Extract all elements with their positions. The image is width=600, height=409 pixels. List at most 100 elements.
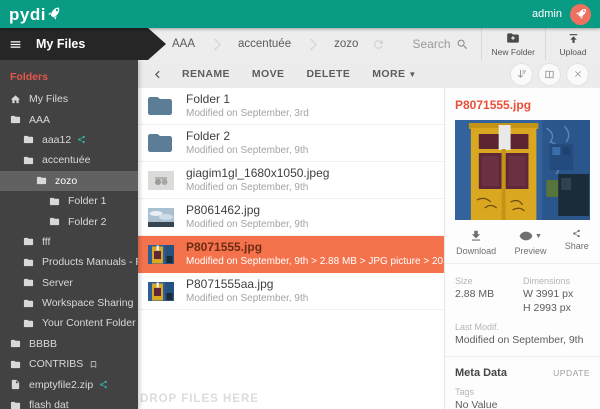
sidebar-item-workspace-sharing[interactable]: Workspace Sharing: [0, 293, 138, 313]
folder-icon: [49, 196, 60, 207]
file-row-p8071555-jpg[interactable]: P8071555.jpgModified on September, 9th >…: [138, 236, 444, 273]
eye-icon: ▼: [519, 229, 542, 243]
sidebar-item-label: aaa12: [42, 134, 71, 146]
menu-icon[interactable]: [9, 38, 22, 51]
breadcrumb-segment-aaa[interactable]: AAA: [172, 38, 195, 50]
share-icon: [77, 135, 86, 144]
download-button[interactable]: Download: [456, 229, 496, 256]
refresh-icon[interactable]: [372, 38, 385, 51]
sidebar-item-fff[interactable]: fff: [0, 232, 138, 252]
columns-button[interactable]: [539, 64, 560, 85]
size-label: Size: [455, 276, 523, 286]
file-subtitle: Modified on September, 3rd: [186, 107, 444, 120]
update-button[interactable]: UPDATE: [553, 368, 590, 378]
back-icon[interactable]: [150, 67, 165, 82]
sidebar-item-flash-dat[interactable]: flash dat: [0, 395, 138, 409]
sidebar-item-emptyfile2-zip[interactable]: emptyfile2.zip: [0, 374, 138, 394]
meta-data-section: Meta Data UPDATE Tags No Value: [445, 357, 600, 409]
sidebar-item-server[interactable]: Server: [0, 273, 138, 293]
folder-icon: [23, 257, 34, 268]
file-row-giagim1gl-1680x1050-jpeg[interactable]: giagim1gl_1680x1050.jpegModified on Sept…: [138, 162, 444, 199]
details-info: Size 2.88 MB Dimensions W 3991 px H 2993…: [445, 264, 600, 357]
new-folder-label: New Folder: [492, 47, 535, 57]
file-name: giagim1gl_1680x1050.jpeg: [186, 166, 444, 182]
more-button[interactable]: MORE▼: [361, 68, 427, 80]
toolbar-button-label: MORE: [372, 68, 405, 80]
zip-icon: [10, 379, 21, 390]
move-button[interactable]: MOVE: [241, 68, 296, 80]
file-thumbnail: [148, 171, 174, 190]
toolbar-button-label: MOVE: [252, 68, 285, 80]
dimension-width: W 3991 px: [523, 288, 573, 300]
rename-button[interactable]: RENAME: [171, 68, 241, 80]
bookmark-icon: [89, 360, 98, 369]
breadcrumb-segment-accentu-e[interactable]: accentuée: [238, 38, 291, 50]
file-row-folder-1[interactable]: Folder 1Modified on September, 3rd: [138, 88, 444, 125]
sidebar-item-label: Products Manuals - PDF: [42, 256, 138, 268]
sidebar-item-aaa[interactable]: AAA: [0, 109, 138, 129]
upload-button[interactable]: Upload: [546, 28, 600, 60]
dimensions-label: Dimensions: [523, 276, 573, 286]
share-button[interactable]: Share: [565, 229, 589, 256]
share-icon: [572, 229, 581, 238]
folder-icon: [23, 134, 34, 145]
toolbar-right-buttons: [511, 64, 592, 85]
folder-icon: [36, 175, 47, 186]
file-subtitle: Modified on September, 9th > 2.88 MB > J…: [186, 255, 444, 268]
preview-button[interactable]: ▼Preview: [514, 229, 546, 256]
username-label[interactable]: admin: [532, 8, 562, 20]
file-row-p8061462-jpg[interactable]: P8061462.jpgModified on September, 9th: [138, 199, 444, 236]
rocket-icon: [46, 6, 62, 22]
chevron-right-icon: [304, 36, 321, 53]
sidebar-item-products-manuals-pdf[interactable]: Products Manuals - PDF: [0, 252, 138, 272]
pydio-logo[interactable]: pydi: [9, 6, 61, 23]
meta-data-title: Meta Data: [455, 367, 507, 379]
share-icon: [99, 380, 108, 389]
drop-files-hint: DROP FILES HERE: [140, 393, 259, 405]
sidebar-item-label: Workspace Sharing: [42, 297, 133, 309]
sidebar-item-accentu-e[interactable]: accentuée: [0, 150, 138, 170]
sort-button[interactable]: [511, 64, 532, 85]
sidebar-item-aaa12[interactable]: aaa12: [0, 130, 138, 150]
file-row-folder-2[interactable]: Folder 2Modified on September, 9th: [138, 125, 444, 162]
folder-icon: [148, 134, 174, 153]
sidebar-item-bbbb[interactable]: BBBB: [0, 334, 138, 354]
search-icon: [456, 38, 469, 51]
search-box[interactable]: [387, 28, 481, 60]
selection-toolbar: RENAME MOVE DELETEMORE▼: [138, 60, 600, 88]
folder-icon: [23, 155, 34, 166]
workspace-title[interactable]: My Files: [36, 37, 85, 51]
file-thumbnail: [148, 282, 174, 301]
file-subtitle: Modified on September, 9th: [186, 218, 444, 231]
new-folder-icon: [506, 31, 520, 45]
sidebar-item-zozo[interactable]: zozo: [0, 171, 138, 191]
folder-icon: [10, 338, 21, 349]
sidebar-item-contribs[interactable]: CONTRIBS: [0, 354, 138, 374]
toolbar-buttons: RENAME MOVE DELETEMORE▼: [171, 68, 428, 80]
search-input[interactable]: [399, 37, 451, 51]
logo-text: pydi: [9, 6, 46, 23]
upload-label: Upload: [560, 47, 587, 57]
sidebar-item-label: fff: [42, 236, 50, 248]
sidebar-item-your-content-folder[interactable]: Your Content Folder: [0, 313, 138, 333]
image-preview[interactable]: [455, 120, 590, 220]
file-list: Folder 1Modified on September, 3rdFolder…: [138, 88, 444, 409]
sidebar-item-folder-2[interactable]: Folder 2: [0, 211, 138, 231]
sidebar-item-label: Folder 2: [68, 216, 107, 228]
delete-button[interactable]: DELETE: [295, 68, 361, 80]
sidebar-item-my-files[interactable]: My Files: [0, 89, 138, 109]
breadcrumb-segment-zozo[interactable]: zozo: [334, 38, 358, 50]
new-folder-button[interactable]: New Folder: [482, 28, 545, 60]
folder-icon: [49, 216, 60, 227]
tags-label: Tags: [455, 387, 590, 397]
sidebar-item-label: CONTRIBS: [29, 358, 83, 370]
breadcrumb: AAA accentuée zozo: [172, 36, 358, 53]
sidebar-item-folder-1[interactable]: Folder 1: [0, 191, 138, 211]
avatar[interactable]: [570, 4, 591, 25]
folder-icon: [23, 236, 34, 247]
sidebar-item-label: AAA: [29, 114, 50, 126]
close-button[interactable]: [567, 64, 588, 85]
details-panel: P8071555.jpg: [444, 88, 600, 409]
file-row-p8071555aa-jpg[interactable]: P8071555aa.jpgModified on September, 9th: [138, 273, 444, 310]
file-name: Folder 2: [186, 129, 444, 145]
